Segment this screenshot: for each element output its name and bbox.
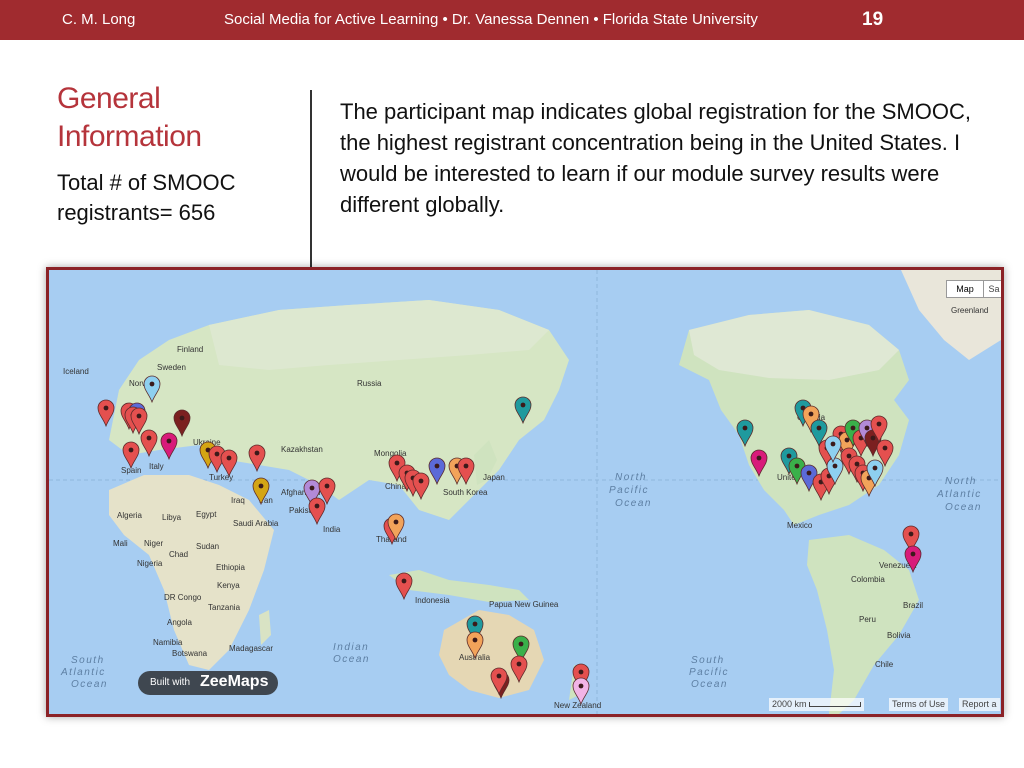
label-nigeria: Nigeria xyxy=(137,559,163,568)
label-egypt: Egypt xyxy=(196,510,217,519)
svg-text:North: North xyxy=(945,476,977,487)
label-indonesia: Indonesia xyxy=(415,596,450,605)
map-view-button[interactable]: Map xyxy=(946,280,984,298)
label-south-korea: South Korea xyxy=(443,488,488,497)
zeemaps-badge[interactable]: Built with ZeeMaps xyxy=(138,671,278,695)
world-map-canvas[interactable]: Greenland Iceland Finland Sweden Norway … xyxy=(49,270,1001,714)
label-sweden: Sweden xyxy=(157,363,186,372)
svg-text:Pacific: Pacific xyxy=(689,667,729,678)
label-bolivia: Bolivia xyxy=(887,631,911,640)
scale-label: 2000 km xyxy=(772,699,807,709)
label-kazakhstan: Kazakhstan xyxy=(281,445,323,454)
svg-text:North: North xyxy=(615,472,647,483)
label-chile: Chile xyxy=(875,660,894,669)
label-iraq: Iraq xyxy=(231,496,245,505)
svg-text:Atlantic: Atlantic xyxy=(60,667,106,678)
course-title: Social Media for Active Learning • Dr. V… xyxy=(224,11,758,28)
label-italy: Italy xyxy=(149,462,164,471)
label-japan: Japan xyxy=(483,473,505,482)
svg-text:Pacific: Pacific xyxy=(609,485,649,496)
svg-text:Ocean: Ocean xyxy=(71,679,108,690)
label-finland: Finland xyxy=(177,345,203,354)
ocean-indian: Indian Ocean xyxy=(333,642,370,665)
terms-of-use-link[interactable]: Terms of Use xyxy=(889,698,949,711)
label-namibia: Namibia xyxy=(153,638,183,647)
svg-text:Ocean: Ocean xyxy=(333,654,370,665)
label-chad: Chad xyxy=(169,550,188,559)
scale-bar-icon xyxy=(809,702,862,708)
svg-text:Atlantic: Atlantic xyxy=(936,489,982,500)
label-saudi-arabia: Saudi Arabia xyxy=(233,519,279,528)
ocean-north-pacific: North Pacific Ocean xyxy=(609,472,652,509)
label-algeria: Algeria xyxy=(117,511,142,520)
label-greenland: Greenland xyxy=(951,306,988,315)
label-tanzania: Tanzania xyxy=(208,603,241,612)
label-ethiopia: Ethiopia xyxy=(216,563,245,572)
label-kenya: Kenya xyxy=(217,581,240,590)
label-dr-congo: DR Congo xyxy=(164,593,202,602)
registrant-count-line1: Total # of SMOOC xyxy=(57,170,236,195)
slide-header: C. M. Long Social Media for Active Learn… xyxy=(0,0,1024,40)
svg-text:Ocean: Ocean xyxy=(615,498,652,509)
built-with-label: Built with xyxy=(150,677,191,688)
registrant-count-line2: registrants= 656 xyxy=(57,200,216,225)
label-niger: Niger xyxy=(144,539,163,548)
slide-title-line1: General xyxy=(57,82,161,115)
label-botswana: Botswana xyxy=(172,649,208,658)
svg-text:Ocean: Ocean xyxy=(691,679,728,690)
label-peru: Peru xyxy=(859,615,876,624)
label-colombia: Colombia xyxy=(851,575,885,584)
participant-map[interactable]: Greenland Iceland Finland Sweden Norway … xyxy=(46,267,1004,717)
label-russia: Russia xyxy=(357,379,382,388)
svg-text:Indian: Indian xyxy=(333,642,369,653)
label-mexico: Mexico xyxy=(787,521,813,530)
vertical-divider xyxy=(310,90,312,270)
label-angola: Angola xyxy=(167,618,192,627)
map-scale: 2000 km xyxy=(769,698,865,711)
slide-title-line2: Information xyxy=(57,120,202,153)
svg-text:South: South xyxy=(691,655,725,666)
label-india: India xyxy=(323,525,341,534)
ocean-south-pacific: South Pacific Ocean xyxy=(689,655,729,690)
satellite-view-button[interactable]: Sa xyxy=(983,280,1001,298)
registrant-count: Total # of SMOOC registrants= 656 xyxy=(57,168,236,228)
author-name: C. M. Long xyxy=(62,11,136,28)
page-number: 19 xyxy=(862,9,884,30)
label-madagascar: Madagascar xyxy=(229,644,273,653)
zeemaps-brand: ZeeMaps xyxy=(200,673,269,690)
report-link[interactable]: Report a xyxy=(959,698,1000,711)
label-new-zealand: New Zealand xyxy=(554,701,601,710)
label-papua-new-guinea: Papua New Guinea xyxy=(489,600,559,609)
svg-text:Ocean: Ocean xyxy=(945,502,982,513)
label-mali: Mali xyxy=(113,539,128,548)
svg-text:South: South xyxy=(71,655,105,666)
label-iceland: Iceland xyxy=(63,367,89,376)
slide-title: General Information xyxy=(57,80,202,156)
slide-body-text: The participant map indicates global reg… xyxy=(340,99,971,217)
label-sudan: Sudan xyxy=(196,542,219,551)
label-libya: Libya xyxy=(162,513,182,522)
label-brazil: Brazil xyxy=(903,601,923,610)
